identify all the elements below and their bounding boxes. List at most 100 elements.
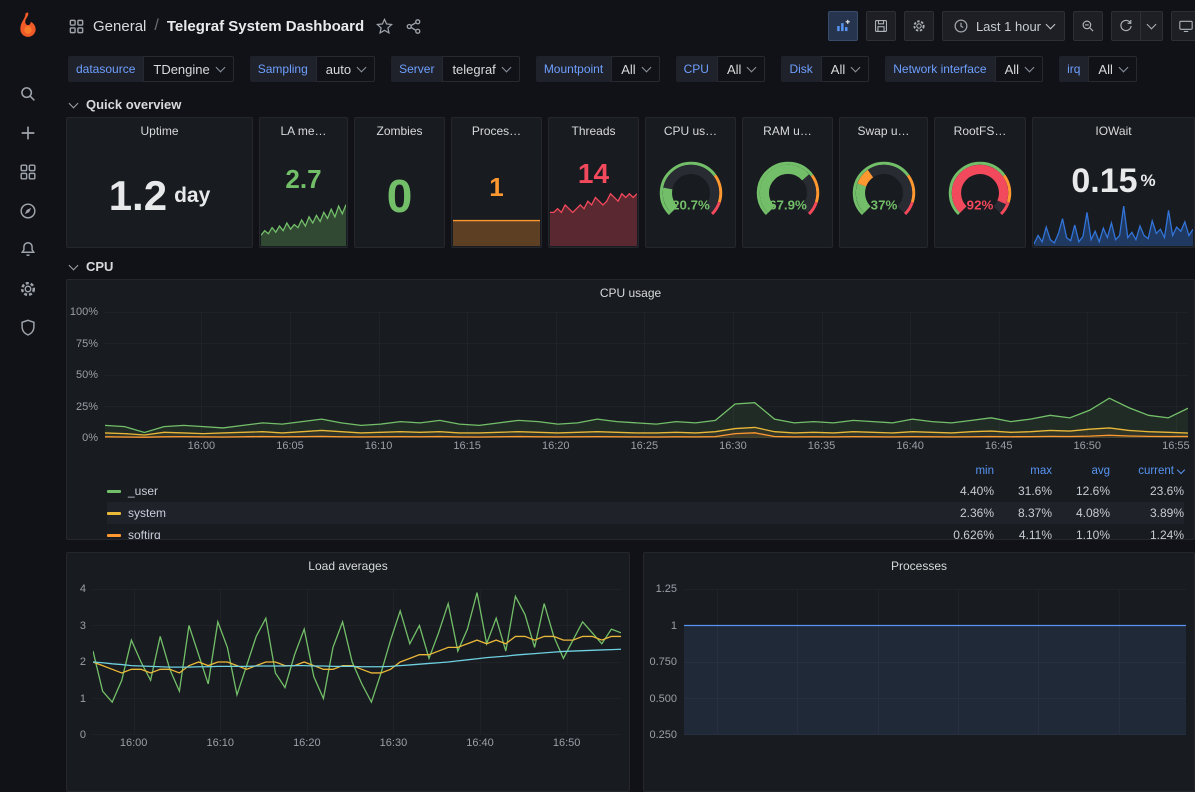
legend-current: 1.24% <box>1110 528 1184 540</box>
chevron-down-icon <box>1118 63 1128 73</box>
legend-series-toggle[interactable]: _user <box>107 484 936 498</box>
refresh-interval-dropdown[interactable] <box>1141 11 1163 41</box>
stat-value: 1 <box>489 174 503 200</box>
panel-title[interactable]: CPU us… <box>646 118 735 144</box>
bottom-panels-row: Load averages 4 3 2 1 0 <box>56 552 1195 792</box>
x-tick: 16:50 <box>553 737 581 749</box>
chevron-down-icon <box>747 63 757 73</box>
row-header-quick-overview[interactable]: Quick overview <box>56 92 1195 117</box>
panel-title[interactable]: CPU usage <box>67 280 1194 306</box>
variable-value-dropdown[interactable]: All <box>821 56 869 82</box>
svg-text:67.9%: 67.9% <box>769 197 807 212</box>
row-header-cpu[interactable]: CPU <box>56 254 1195 279</box>
panel-title[interactable]: Proces… <box>452 118 541 144</box>
variable-sampling: Sampling auto <box>250 56 375 82</box>
dashboards-icon[interactable] <box>18 162 38 182</box>
legend-col-max[interactable]: max <box>994 465 1052 477</box>
save-dashboard-button[interactable] <box>866 11 896 41</box>
legend: min max avg current _user 4.40% 31.6% 12… <box>107 462 1184 540</box>
x-tick: 16:40 <box>466 737 494 749</box>
panel-threads: Threads 14 <box>548 117 639 248</box>
panel-title[interactable]: LA me… <box>260 118 347 144</box>
variable-value-dropdown[interactable]: auto <box>316 56 375 82</box>
series-swatch <box>107 512 121 515</box>
cycle-view-tv-button[interactable] <box>1171 11 1195 41</box>
panel-title[interactable]: Uptime <box>67 118 252 144</box>
x-tick: 16:00 <box>120 737 148 749</box>
dashboard-title[interactable]: Telegraf System Dashboard <box>167 18 364 35</box>
legend-col-avg[interactable]: avg <box>1052 465 1110 477</box>
panel-processes-chart: Processes 1.25 1 0.750 0.500 0.250 <box>643 552 1195 792</box>
variable-label: Network interface <box>885 56 994 82</box>
panel-title[interactable]: Swap u… <box>840 118 927 144</box>
legend-series-toggle[interactable]: system <box>107 506 936 520</box>
panel-load-averages: Load averages 4 3 2 1 0 <box>66 552 630 792</box>
variable-value-dropdown[interactable]: telegraf <box>442 56 519 82</box>
gauge: 20.7% <box>646 144 735 247</box>
panel-cpu-usage-chart: CPU usage 100% 75% 50% 25% 0% 16:00 16:0… <box>66 279 1195 540</box>
processes-plot[interactable] <box>684 589 1186 735</box>
panel-title[interactable]: Processes <box>644 553 1194 579</box>
variable-irq: irq All <box>1059 56 1137 82</box>
toolbar: Last 1 hour <box>828 11 1187 41</box>
variable-value-dropdown[interactable]: All <box>717 56 765 82</box>
legend-current: 23.6% <box>1110 484 1184 498</box>
panel-title[interactable]: RootFS… <box>935 118 1025 144</box>
variable-label: datasource <box>68 56 143 82</box>
chevron-down-icon <box>69 99 79 109</box>
x-tick: 16:50 <box>1074 440 1102 452</box>
dashboard-settings-button[interactable] <box>904 11 934 41</box>
create-plus-icon[interactable] <box>18 123 38 143</box>
refresh-button[interactable] <box>1111 11 1141 41</box>
admin-shield-icon[interactable] <box>18 318 38 338</box>
legend-min: 4.40% <box>936 484 994 498</box>
time-range-picker[interactable]: Last 1 hour <box>942 11 1065 41</box>
svg-text:37%: 37% <box>870 197 897 212</box>
cpu-usage-plot[interactable] <box>105 312 1188 438</box>
search-icon[interactable] <box>18 84 38 104</box>
x-axis: 16:00 16:10 16:20 16:30 16:40 16:50 <box>93 735 621 751</box>
panel-processes-stat: Proces… 1 <box>451 117 542 248</box>
stat-unit: % <box>1141 171 1156 191</box>
stat-value: 14 <box>578 160 609 188</box>
breadcrumb-folder[interactable]: General <box>93 18 146 35</box>
variable-value-dropdown[interactable]: All <box>611 56 659 82</box>
chevron-down-icon <box>501 63 511 73</box>
x-tick: 16:20 <box>293 737 321 749</box>
variable-value-dropdown[interactable]: TDengine <box>143 56 233 82</box>
legend-series-toggle[interactable]: softirq <box>107 528 936 540</box>
panel-iowait: IOWait 0.15 % <box>1032 117 1195 248</box>
x-tick: 16:30 <box>719 440 747 452</box>
series-swatch <box>107 490 121 493</box>
explore-compass-icon[interactable] <box>18 201 38 221</box>
sidebar-nav <box>18 84 38 338</box>
grafana-app: General / Telegraf System Dashboard <box>0 0 1195 783</box>
zoom-out-button[interactable] <box>1073 11 1103 41</box>
add-panel-button[interactable] <box>828 11 858 41</box>
configuration-gear-icon[interactable] <box>18 279 38 299</box>
share-icon[interactable] <box>405 18 422 35</box>
panel-swap-usage-gauge: Swap u… 37% <box>839 117 928 248</box>
alerting-bell-icon[interactable] <box>18 240 38 260</box>
panel-title[interactable]: Load averages <box>67 553 629 579</box>
variable-disk: Disk All <box>781 56 869 82</box>
legend-col-min[interactable]: min <box>936 465 994 477</box>
panel-title[interactable]: IOWait <box>1033 118 1194 144</box>
star-icon[interactable] <box>376 18 393 35</box>
cpu-usage-series <box>105 312 1188 438</box>
panel-title[interactable]: Threads <box>549 118 638 144</box>
clock-icon <box>953 18 970 35</box>
sidebar <box>0 0 56 783</box>
variable-value-dropdown[interactable]: All <box>1088 56 1136 82</box>
panel-cpu-usage-gauge: CPU us… 20.7% <box>645 117 736 248</box>
legend-col-current[interactable]: current <box>1110 465 1184 477</box>
variable-label: Server <box>391 56 442 82</box>
legend-max: 31.6% <box>994 484 1052 498</box>
panel-title[interactable]: Zombies <box>355 118 444 144</box>
load-averages-plot[interactable] <box>93 589 621 735</box>
panel-title[interactable]: RAM u… <box>743 118 832 144</box>
svg-text:92%: 92% <box>967 197 994 212</box>
variable-value-dropdown[interactable]: All <box>995 56 1043 82</box>
grafana-logo-icon[interactable] <box>13 10 43 40</box>
legend-avg: 4.08% <box>1052 506 1110 520</box>
